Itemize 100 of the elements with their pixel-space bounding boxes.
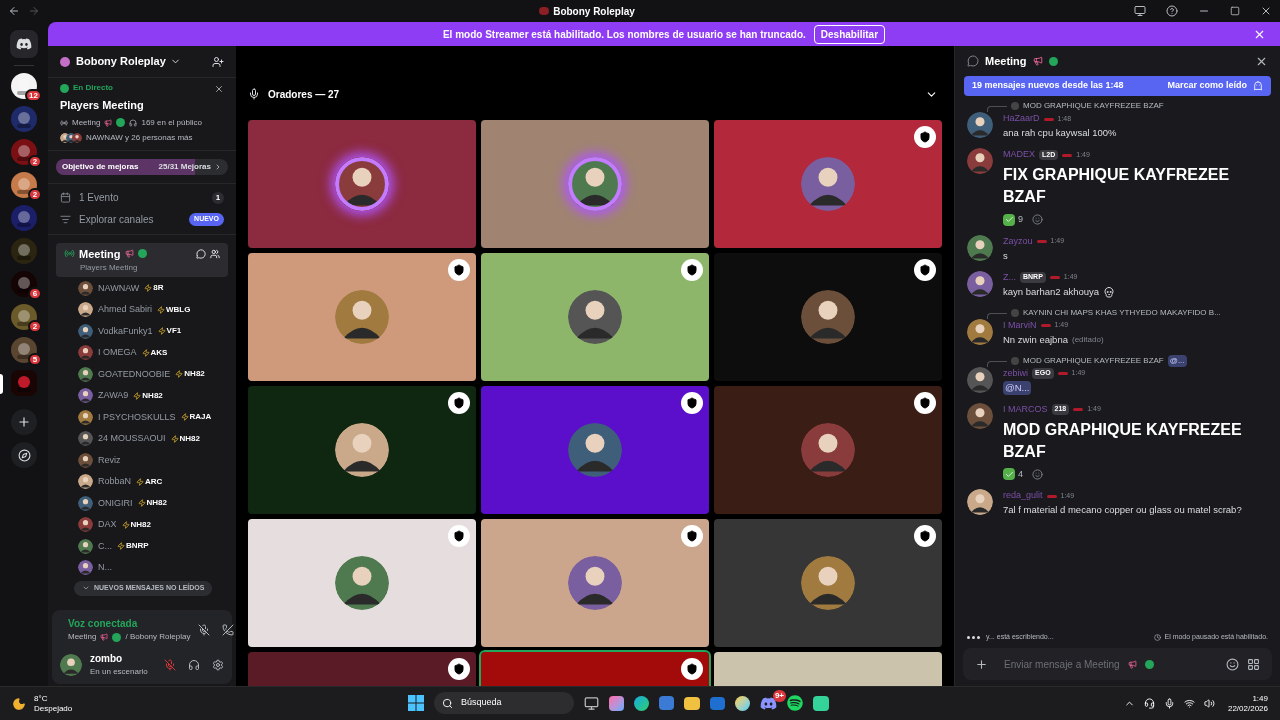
member-item[interactable]: ZAWA9 NH82 bbox=[78, 386, 236, 405]
mail-icon[interactable] bbox=[710, 696, 725, 710]
reply-preview[interactable]: MOD GRAPHIQUE KAYFREZEE BZAF bbox=[1023, 100, 1164, 112]
headset-icon[interactable] bbox=[1143, 698, 1155, 709]
events-link[interactable]: 1 Evento bbox=[79, 190, 119, 205]
member-item[interactable]: ONIGIRI NH82 bbox=[78, 494, 236, 513]
headphones-icon[interactable] bbox=[188, 658, 200, 671]
speaker-tile[interactable] bbox=[714, 120, 942, 248]
speaker-tile[interactable] bbox=[248, 386, 476, 514]
copilot-icon[interactable] bbox=[609, 695, 624, 711]
server-name[interactable]: Bobony Roleplay bbox=[76, 53, 166, 70]
member-item[interactable]: GOATEDNOOBIE NH82 bbox=[78, 365, 236, 384]
avatar bbox=[78, 538, 93, 554]
server-icon[interactable] bbox=[11, 139, 37, 165]
voice-channel[interactable]: Meeting bbox=[68, 631, 97, 643]
guild-tag: BNRP bbox=[117, 540, 149, 553]
guild-tag: ARC bbox=[136, 475, 163, 488]
avatar bbox=[72, 132, 82, 143]
reply-preview[interactable]: KAYNIN CHI MAPS KHAS YTHYEDO MAKAYFIDO B... bbox=[1023, 306, 1221, 319]
new-messages-bar[interactable]: 19 mensajes nuevos desde las 1:48 Marcar como leído bbox=[964, 76, 1271, 96]
speaker-tile[interactable] bbox=[714, 386, 942, 514]
emoji-icon[interactable] bbox=[1226, 657, 1239, 671]
browser-icon[interactable] bbox=[634, 695, 649, 711]
server-icon[interactable] bbox=[11, 73, 37, 99]
avatar bbox=[967, 112, 993, 138]
search-field[interactable]: Búsqueda bbox=[434, 692, 574, 714]
member-item[interactable]: I PSYCHOSKULLS RAJA bbox=[78, 408, 236, 427]
apps-icon[interactable] bbox=[1247, 657, 1260, 671]
member-item[interactable]: NAWNAW 8R bbox=[78, 279, 236, 298]
member-item[interactable]: RobbaN ARC bbox=[78, 472, 236, 491]
role-icon bbox=[1062, 153, 1073, 157]
store-icon[interactable] bbox=[659, 696, 674, 710]
task-view-icon[interactable] bbox=[584, 695, 599, 711]
microphone-icon[interactable] bbox=[1163, 698, 1175, 709]
speaker-tile[interactable] bbox=[714, 519, 942, 647]
settings-icon[interactable] bbox=[212, 658, 224, 671]
back-icon[interactable] bbox=[8, 5, 20, 17]
megaphone-icon bbox=[1127, 659, 1137, 669]
boost-progress-bar[interactable]: Objetivo de mejoras 25/31 Mejoras bbox=[56, 158, 228, 175]
member-item[interactable]: VodkaFunky1 VF1 bbox=[78, 322, 236, 341]
guild-tag: WBLG bbox=[157, 303, 191, 316]
speaker-tile[interactable] bbox=[481, 120, 709, 248]
member-item[interactable]: I OMEGA AKS bbox=[78, 343, 236, 362]
add-reaction-icon[interactable] bbox=[1032, 214, 1043, 226]
avatar bbox=[78, 388, 93, 404]
server-icon[interactable] bbox=[11, 271, 37, 297]
invite-icon[interactable] bbox=[212, 55, 224, 68]
microphone-muted-icon[interactable] bbox=[164, 658, 176, 671]
reaction-chip[interactable]: 4 bbox=[1003, 467, 1043, 481]
bolt-icon bbox=[121, 520, 130, 529]
mark-read-link[interactable]: Marcar como leído bbox=[1167, 79, 1247, 93]
add-server-button[interactable] bbox=[11, 409, 37, 435]
wifi-icon[interactable] bbox=[1183, 698, 1195, 709]
speaker-tile[interactable] bbox=[248, 120, 476, 248]
reply-line bbox=[987, 106, 1007, 112]
compass-icon bbox=[17, 448, 31, 462]
mute-stage-icon[interactable] bbox=[198, 623, 211, 636]
help-icon[interactable] bbox=[1166, 5, 1178, 17]
music-app-icon[interactable] bbox=[787, 695, 803, 711]
weather-icon[interactable] bbox=[12, 696, 26, 711]
speaker-tile[interactable] bbox=[248, 253, 476, 381]
reply-preview[interactable]: MOD GRAPHIQUE KAYFREZEE BZAF bbox=[1023, 354, 1164, 367]
browse-channels-icon bbox=[60, 214, 71, 225]
chat-icon[interactable] bbox=[196, 248, 206, 259]
member-item[interactable]: Ahmed Sabiri WBLG bbox=[78, 300, 236, 319]
server-icon[interactable] bbox=[11, 337, 37, 363]
inbox-icon[interactable] bbox=[1134, 5, 1146, 17]
server-icon[interactable] bbox=[11, 172, 37, 198]
member-item[interactable]: Reviz bbox=[78, 451, 236, 470]
photos-icon[interactable] bbox=[735, 695, 750, 711]
speaker-tile[interactable] bbox=[481, 519, 709, 647]
game-app-icon[interactable] bbox=[813, 695, 829, 711]
home-button[interactable] bbox=[10, 30, 38, 58]
reaction-chip[interactable]: 9 bbox=[1003, 213, 1043, 227]
channel-item[interactable]: Meeting Players Meeting bbox=[56, 242, 228, 277]
maximize-icon[interactable] bbox=[1230, 6, 1240, 16]
disable-button[interactable]: Deshabilitar bbox=[813, 24, 886, 44]
server-icon[interactable] bbox=[11, 304, 37, 330]
speaker-tile[interactable] bbox=[248, 519, 476, 647]
volume-icon[interactable] bbox=[1203, 698, 1215, 709]
speaker-tile[interactable] bbox=[714, 253, 942, 381]
speaker-tile[interactable] bbox=[481, 386, 709, 514]
avatar bbox=[78, 495, 93, 511]
member-item[interactable]: C... BNRP bbox=[78, 537, 236, 556]
plus-icon[interactable] bbox=[975, 657, 988, 671]
browse-channels-link[interactable]: Explorar canales bbox=[79, 212, 154, 227]
member-item[interactable]: N... bbox=[78, 558, 236, 577]
speaker-tile[interactable] bbox=[481, 253, 709, 381]
close-icon[interactable] bbox=[214, 84, 224, 94]
windows-start-icon[interactable] bbox=[408, 695, 424, 711]
add-reaction-icon[interactable] bbox=[1032, 468, 1043, 480]
member-item[interactable]: 24 MOUSSAOUI NH82 bbox=[78, 429, 236, 448]
folder-icon[interactable] bbox=[684, 696, 700, 710]
members-icon[interactable] bbox=[210, 248, 220, 259]
shield-icon bbox=[919, 530, 931, 542]
disconnect-icon[interactable] bbox=[222, 623, 235, 636]
member-item[interactable]: DAX NH82 bbox=[78, 515, 236, 534]
mention[interactable]: @... bbox=[1167, 354, 1187, 367]
close-icon[interactable] bbox=[1260, 5, 1272, 17]
discover-button[interactable] bbox=[11, 442, 37, 468]
